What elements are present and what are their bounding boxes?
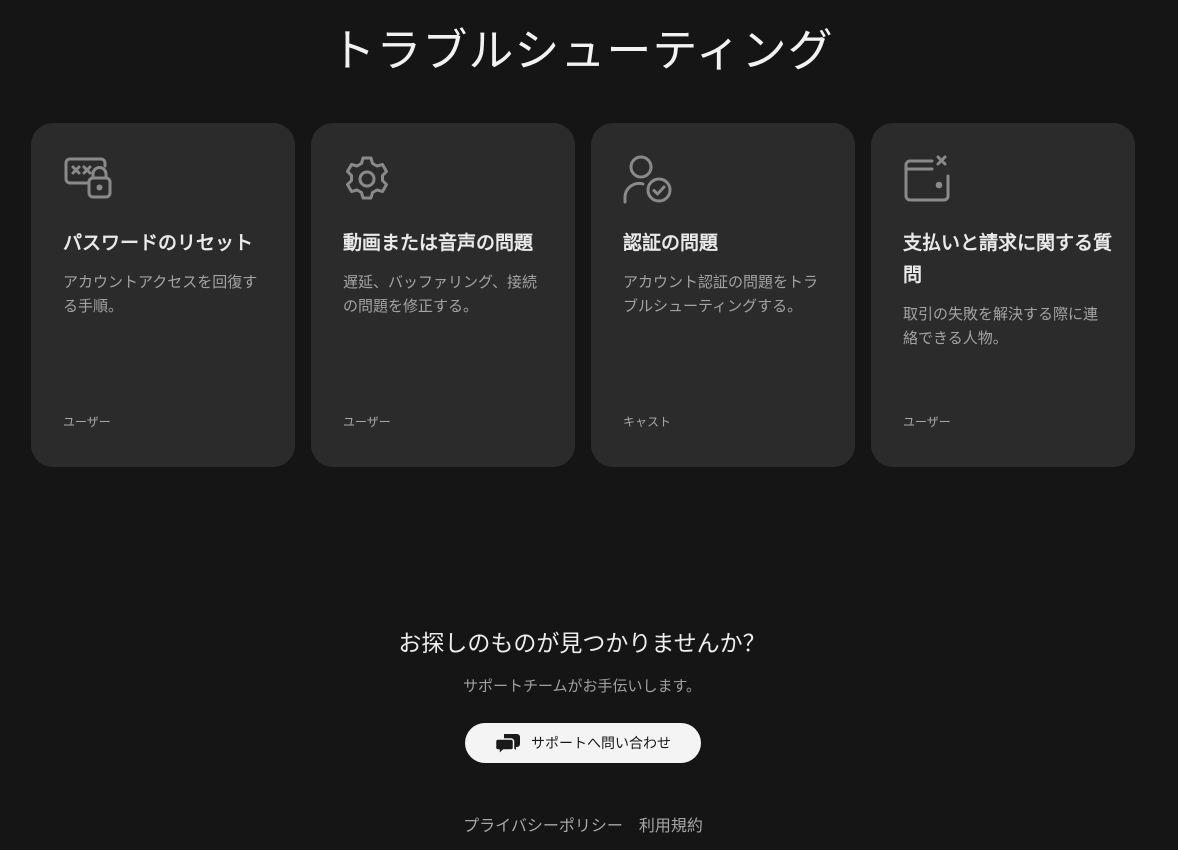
- card-title: 動画または音声の問題: [343, 232, 534, 254]
- card-description: 取引の失敗を解決する際に連絡できる人物。: [903, 305, 1099, 347]
- gear-icon: [342, 154, 392, 204]
- contact-support-label: サポートへ問い合わせ: [531, 736, 671, 752]
- card-role-label: ユーザー: [63, 415, 111, 429]
- wallet-x-icon: [902, 154, 952, 204]
- password-lock-icon: [62, 154, 112, 204]
- troubleshooting-page: トラブルシューティング パスワードのリセット アカウントアクセスを回復する手順。…: [0, 0, 1178, 850]
- card-password-reset[interactable]: パスワードのリセット アカウントアクセスを回復する手順。 ユーザー: [31, 123, 295, 467]
- page-title: トラブルシューティング: [330, 24, 834, 77]
- card-role-label: ユーザー: [343, 415, 391, 429]
- card-title: パスワードのリセット: [63, 232, 254, 254]
- troubleshooting-cards: パスワードのリセット アカウントアクセスを回復する手順。 ユーザー 動画または音…: [31, 123, 1135, 467]
- card-payment-billing[interactable]: 支払いと請求に関する質問 取引の失敗を解決する際に連絡できる人物。 ユーザー: [871, 123, 1135, 467]
- footer-links: プライバシーポリシー 利用規約: [0, 812, 1166, 836]
- card-description: アカウントアクセスを回復する手順。: [63, 273, 258, 315]
- user-check-icon: [622, 154, 672, 204]
- privacy-policy-link[interactable]: プライバシーポリシー: [463, 812, 623, 836]
- contact-support-button[interactable]: サポートへ問い合わせ: [465, 723, 701, 763]
- card-description: アカウント認証の問題をトラブルシューティングする。: [623, 273, 819, 315]
- card-description: 遅延、バッファリング、接続の問題を修正する。: [343, 273, 537, 315]
- chat-bubbles-icon: [494, 731, 521, 756]
- card-role-label: ユーザー: [903, 415, 951, 429]
- help-subtitle: サポートチームがお手伝いします。: [462, 677, 702, 695]
- card-verification[interactable]: 認証の問題 アカウント認証の問題をトラブルシューティングする。 キャスト: [591, 123, 855, 467]
- card-role-label: キャスト: [623, 415, 672, 429]
- card-title: 支払いと請求に関する質問: [903, 232, 1113, 286]
- help-title: お探しのものが見つかりませんか？: [398, 631, 766, 657]
- card-video-audio[interactable]: 動画または音声の問題 遅延、バッファリング、接続の問題を修正する。 ユーザー: [311, 123, 575, 467]
- card-title: 認証の問題: [623, 232, 719, 254]
- terms-of-use-link[interactable]: 利用規約: [639, 812, 703, 836]
